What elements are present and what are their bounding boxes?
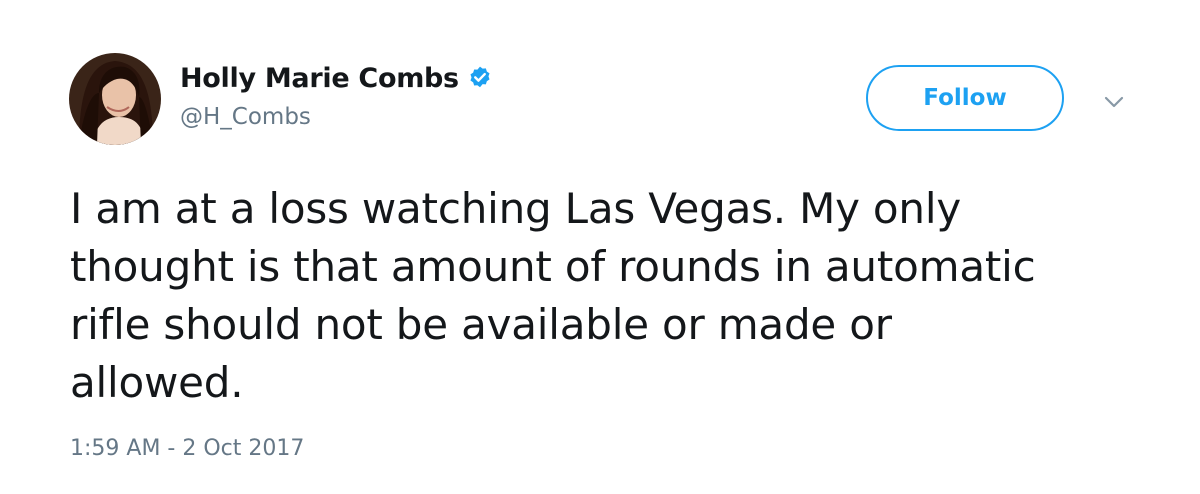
chevron-down-icon[interactable]	[1100, 90, 1128, 114]
tweet-timestamp[interactable]: 1:59 AM - 2 Oct 2017	[70, 436, 304, 461]
author-info: Holly Marie Combs @H_Combs	[180, 58, 493, 130]
author-handle[interactable]: @H_Combs	[180, 104, 493, 130]
avatar-photo-icon	[69, 53, 161, 145]
follow-button[interactable]: Follow	[866, 65, 1064, 131]
author-avatar[interactable]	[69, 53, 161, 145]
verified-badge-icon	[467, 65, 493, 91]
tweet-text: I am at a loss watching Las Vegas. My on…	[70, 184, 1036, 407]
tweet-card: Holly Marie Combs @H_Combs Follow I am a…	[0, 0, 1200, 494]
author-display-name[interactable]: Holly Marie Combs	[180, 63, 459, 94]
name-row: Holly Marie Combs	[180, 58, 493, 98]
